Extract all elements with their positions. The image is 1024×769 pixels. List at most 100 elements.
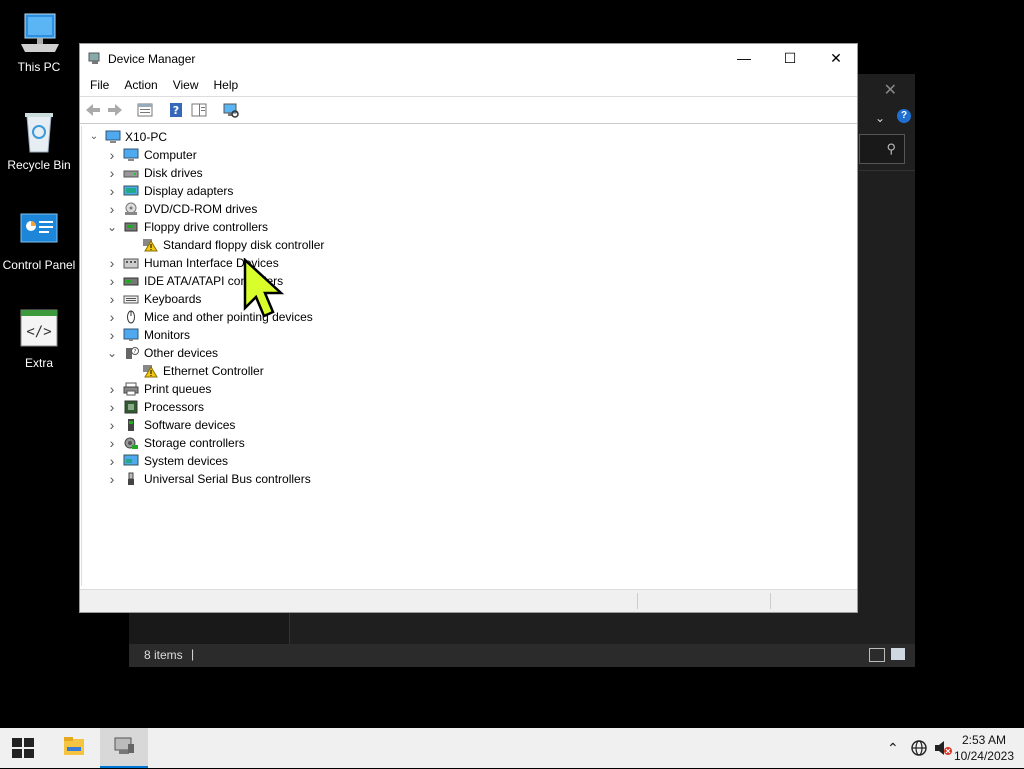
device-manager-app-icon bbox=[88, 52, 100, 64]
desktop-icon-this-pc[interactable]: This PC bbox=[0, 10, 78, 74]
desktop-icon-extra[interactable]: </> Extra bbox=[0, 306, 78, 370]
tree-item-label: Mice and other pointing devices bbox=[144, 310, 313, 324]
expand-arrow-icon[interactable]: › bbox=[106, 308, 118, 326]
scan-hardware-icon[interactable] bbox=[222, 101, 240, 119]
expand-arrow-icon[interactable]: › bbox=[106, 470, 118, 488]
help-icon[interactable]: ? bbox=[167, 101, 185, 119]
tree-item-label: Other devices bbox=[144, 346, 219, 360]
printer-icon bbox=[123, 382, 139, 396]
svg-text:?: ? bbox=[173, 104, 179, 117]
volume-muted-icon[interactable] bbox=[933, 739, 953, 757]
details-view-icon[interactable] bbox=[869, 648, 885, 662]
tree-item-label: Keyboards bbox=[144, 292, 202, 306]
expand-arrow-icon[interactable]: › bbox=[106, 434, 118, 452]
expand-arrow-icon[interactable]: › bbox=[106, 146, 118, 164]
expand-arrow-icon[interactable]: › bbox=[106, 182, 118, 200]
tree-item-label: Ethernet Controller bbox=[163, 364, 264, 378]
system-device-icon bbox=[123, 454, 139, 466]
desktop-icon-recycle-bin[interactable]: Recycle Bin bbox=[0, 108, 78, 172]
menu-file[interactable]: File bbox=[90, 75, 109, 95]
desktop-icon-label: This PC bbox=[17, 60, 61, 74]
item-count: 8 items bbox=[144, 648, 183, 662]
properties-icon[interactable] bbox=[136, 101, 154, 119]
expand-arrow-icon[interactable]: › bbox=[106, 326, 118, 344]
status-bar bbox=[80, 589, 857, 612]
tree-item-label: Print queues bbox=[144, 382, 212, 396]
maximize-button[interactable]: ☐ bbox=[767, 44, 813, 74]
device-manager-icon[interactable] bbox=[100, 728, 148, 768]
clock[interactable]: 2:53 AM 10/24/2023 bbox=[954, 732, 1014, 764]
toolbar: ? bbox=[80, 96, 857, 124]
expand-arrow-icon[interactable]: › bbox=[106, 254, 118, 272]
tree-item-label: Floppy drive controllers bbox=[144, 220, 269, 234]
status-bar: 8 items | bbox=[129, 644, 915, 667]
windows-start-icon[interactable] bbox=[12, 738, 34, 758]
search-box[interactable]: ⚲ bbox=[859, 134, 905, 164]
monitor-icon bbox=[123, 328, 139, 341]
close-button[interactable]: ✕ bbox=[813, 44, 859, 74]
control-panel-icon bbox=[15, 208, 63, 256]
expand-arrow-icon[interactable]: › bbox=[106, 398, 118, 416]
menu-bar: File Action View Help bbox=[80, 75, 857, 95]
desktop-icon-label: Extra bbox=[24, 356, 53, 370]
expand-arrow-icon[interactable]: › bbox=[106, 164, 118, 182]
tree-item-label: Standard floppy disk controller bbox=[163, 238, 325, 252]
software-device-icon bbox=[128, 419, 134, 431]
warning-device-icon bbox=[143, 365, 158, 378]
title-bar[interactable]: Device Manager — ☐ ✕ bbox=[80, 44, 857, 74]
keyboard-icon bbox=[123, 295, 139, 304]
status-divider: | bbox=[191, 647, 195, 661]
expand-arrow-icon[interactable]: › bbox=[106, 200, 118, 218]
desktop-icon-label: Recycle Bin bbox=[7, 158, 71, 172]
expand-arrow-icon[interactable]: ⌄ bbox=[88, 128, 100, 146]
expand-arrow-icon[interactable]: › bbox=[106, 380, 118, 398]
tree-item-label: Processors bbox=[144, 400, 205, 414]
expand-arrow-icon[interactable]: › bbox=[106, 290, 118, 308]
menu-view[interactable]: View bbox=[173, 75, 199, 95]
taskbar: ⌃ 2:53 AM 10/24/2023 bbox=[0, 728, 1024, 768]
divider bbox=[859, 170, 915, 171]
tree-item-label: Monitors bbox=[144, 328, 191, 342]
collapse-arrow-icon[interactable]: ⌄ bbox=[106, 218, 118, 236]
usb-icon bbox=[128, 472, 134, 485]
device-manager-window: Device Manager — ☐ ✕ File Action View Help … bbox=[79, 43, 858, 613]
computer-root-icon bbox=[105, 130, 121, 143]
warning-device-icon bbox=[143, 239, 158, 252]
minimize-button[interactable]: — bbox=[721, 44, 767, 74]
expand-arrow-icon[interactable]: › bbox=[106, 416, 118, 434]
tree-item-label: DVD/CD-ROM drives bbox=[144, 202, 258, 216]
desktop-icon-control-panel[interactable]: Control Panel bbox=[0, 208, 78, 272]
mouse-cursor-icon bbox=[243, 258, 285, 318]
forward-icon[interactable] bbox=[106, 101, 124, 119]
network-icon[interactable] bbox=[910, 739, 928, 757]
expand-arrow-icon[interactable]: › bbox=[106, 272, 118, 290]
chevron-down-icon[interactable]: ⌄ bbox=[875, 111, 885, 125]
menu-help[interactable]: Help bbox=[214, 75, 239, 95]
computer-icon bbox=[123, 148, 139, 161]
expand-arrow-icon[interactable]: › bbox=[106, 452, 118, 470]
menu-action[interactable]: Action bbox=[124, 75, 157, 95]
help-icon[interactable]: ? bbox=[897, 109, 911, 123]
back-icon[interactable] bbox=[84, 101, 102, 119]
tree-item-label: Universal Serial Bus controllers bbox=[144, 472, 311, 486]
large-icons-view-icon[interactable] bbox=[891, 648, 905, 660]
tree-item-label: Software devices bbox=[144, 418, 236, 432]
navigation-pane bbox=[129, 610, 290, 644]
recycle-bin-icon bbox=[15, 108, 63, 156]
unknown-device-icon: ? bbox=[126, 347, 139, 359]
close-icon[interactable]: ✕ bbox=[884, 80, 897, 100]
search-icon: ⚲ bbox=[886, 141, 896, 156]
device-tree: ⌄ X10-PC › Computer › Disk drives › Display ada… bbox=[81, 126, 857, 586]
tree-item-label: Computer bbox=[144, 148, 197, 162]
svg-text:</>: </> bbox=[26, 324, 51, 340]
tree-item-label: Disk drives bbox=[144, 166, 203, 180]
tree-root-label: X10-PC bbox=[125, 130, 168, 144]
chevron-up-icon[interactable]: ⌃ bbox=[887, 740, 899, 757]
desktop-icon-label: Control Panel bbox=[2, 258, 76, 272]
file-explorer-icon[interactable] bbox=[50, 728, 98, 768]
toggle-pane-icon[interactable] bbox=[190, 101, 208, 119]
collapse-arrow-icon[interactable]: ⌄ bbox=[106, 344, 118, 362]
svg-text:?: ? bbox=[134, 349, 137, 355]
floppy-controller-icon bbox=[124, 222, 138, 232]
disk-drive-icon bbox=[123, 170, 139, 178]
